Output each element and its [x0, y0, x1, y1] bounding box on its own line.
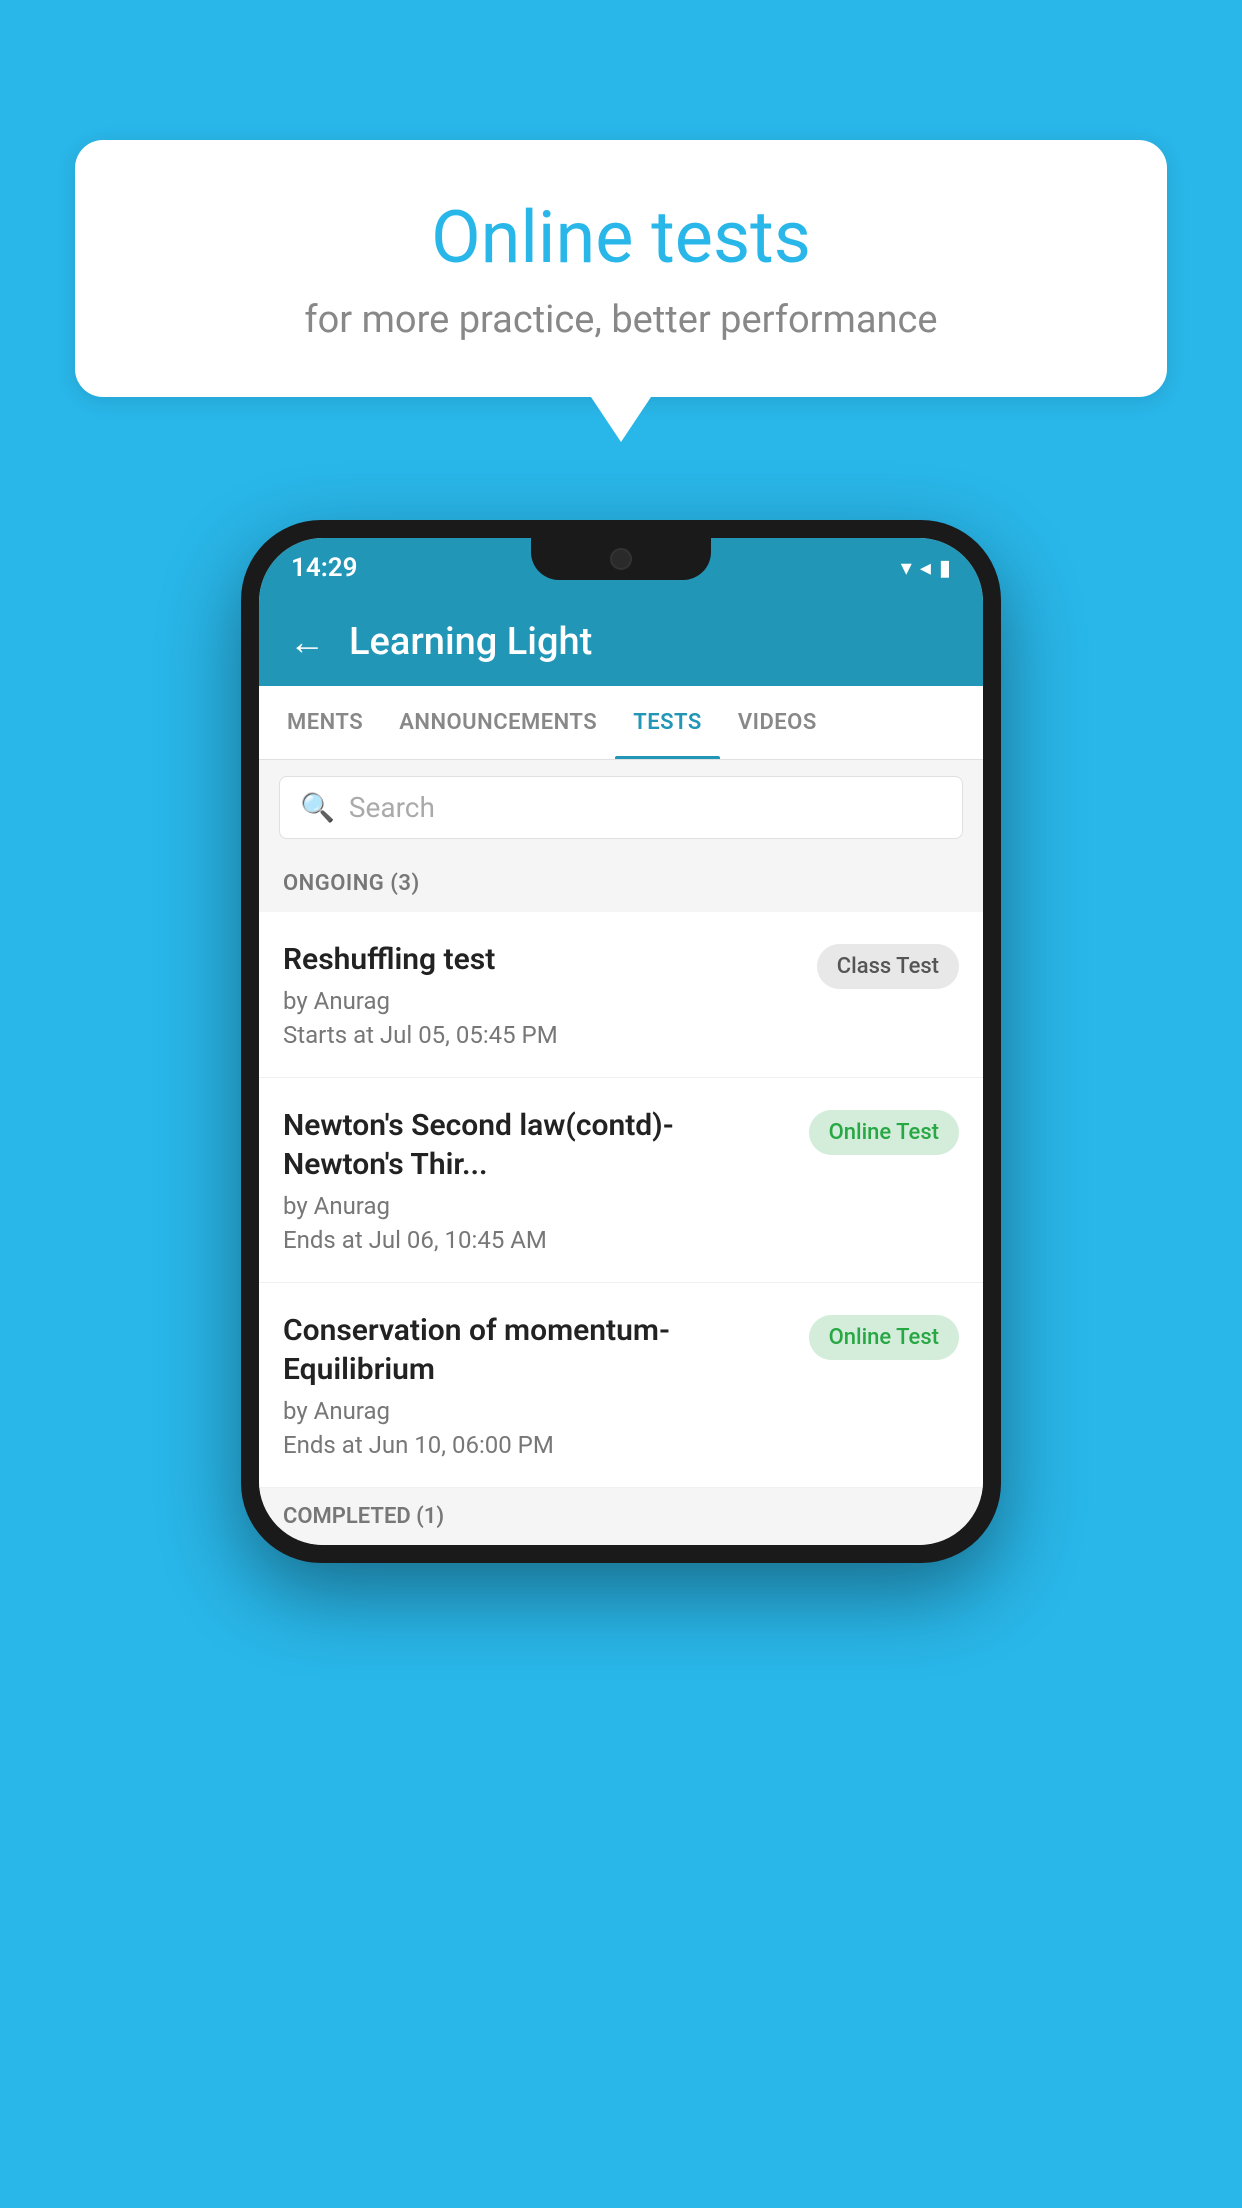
test-info-2: Newton's Second law(contd)-Newton's Thir… [283, 1106, 809, 1254]
bubble-title: Online tests [135, 195, 1107, 280]
wifi-icon: ▾ [901, 556, 912, 581]
signal-icon: ◂ [920, 556, 931, 581]
back-button[interactable]: ← [289, 621, 325, 663]
search-icon: 🔍 [300, 791, 335, 824]
test-badge-3: Online Test [809, 1315, 959, 1360]
test-author-2: by Anurag [283, 1192, 793, 1220]
speech-bubble: Online tests for more practice, better p… [75, 140, 1167, 397]
app-title: Learning Light [349, 620, 592, 664]
tab-tests[interactable]: TESTS [615, 686, 720, 759]
phone-camera [610, 548, 632, 570]
test-item-1[interactable]: Reshuffling test by Anurag Starts at Jul… [259, 912, 983, 1078]
test-badge-2: Online Test [809, 1110, 959, 1155]
battery-icon: ▮ [939, 556, 951, 581]
test-name-3: Conservation of momentum-Equilibrium [283, 1311, 793, 1389]
test-info-1: Reshuffling test by Anurag Starts at Jul… [283, 940, 817, 1049]
tab-announcements[interactable]: ANNOUNCEMENTS [381, 686, 615, 759]
phone-wrapper: 14:29 ▾ ◂ ▮ ← Learning Light MENTS ANNOU… [241, 520, 1001, 1563]
test-date-2: Ends at Jul 06, 10:45 AM [283, 1226, 793, 1254]
tab-videos[interactable]: VIDEOS [720, 686, 835, 759]
test-author-3: by Anurag [283, 1397, 793, 1425]
phone-outer: 14:29 ▾ ◂ ▮ ← Learning Light MENTS ANNOU… [241, 520, 1001, 1563]
test-info-3: Conservation of momentum-Equilibrium by … [283, 1311, 809, 1459]
search-container: 🔍 Search [259, 760, 983, 855]
status-time: 14:29 [291, 553, 358, 583]
test-date-3: Ends at Jun 10, 06:00 PM [283, 1431, 793, 1459]
test-name-2: Newton's Second law(contd)-Newton's Thir… [283, 1106, 793, 1184]
tabs-container: MENTS ANNOUNCEMENTS TESTS VIDEOS [259, 686, 983, 760]
tab-ments[interactable]: MENTS [269, 686, 381, 759]
speech-bubble-container: Online tests for more practice, better p… [75, 140, 1167, 397]
test-item-2[interactable]: Newton's Second law(contd)-Newton's Thir… [259, 1078, 983, 1283]
status-icons: ▾ ◂ ▮ [901, 556, 951, 581]
test-badge-1: Class Test [817, 944, 959, 989]
app-header: ← Learning Light [259, 598, 983, 686]
test-item-3[interactable]: Conservation of momentum-Equilibrium by … [259, 1283, 983, 1488]
test-date-1: Starts at Jul 05, 05:45 PM [283, 1021, 801, 1049]
search-box[interactable]: 🔍 Search [279, 776, 963, 839]
completed-section-header: COMPLETED (1) [259, 1488, 983, 1545]
search-input[interactable]: Search [349, 791, 435, 824]
ongoing-section-header: ONGOING (3) [259, 855, 983, 912]
test-author-1: by Anurag [283, 987, 801, 1015]
test-name-1: Reshuffling test [283, 940, 801, 979]
bubble-subtitle: for more practice, better performance [135, 298, 1107, 342]
phone-screen: 14:29 ▾ ◂ ▮ ← Learning Light MENTS ANNOU… [259, 538, 983, 1545]
phone-notch [531, 538, 711, 580]
